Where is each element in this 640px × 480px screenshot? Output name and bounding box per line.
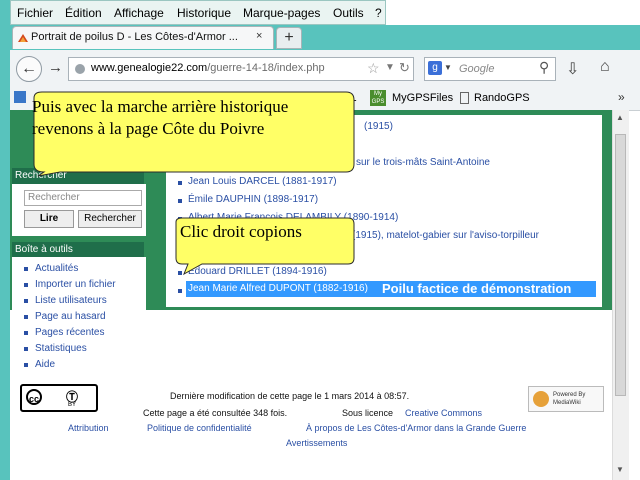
favicon-icon (18, 34, 28, 42)
mediawiki-badge[interactable]: Powered By MediaWiki (528, 386, 604, 412)
list-item[interactable]: (1915) (364, 121, 393, 132)
search-button[interactable]: Rechercher (78, 210, 142, 228)
tool-pages-recentes[interactable]: Pages récentes (35, 327, 105, 338)
bullet-icon (24, 315, 28, 319)
menu-affichage[interactable]: Affichage (114, 6, 164, 20)
globe-icon (75, 64, 85, 74)
wiki-search-input[interactable]: Rechercher (24, 190, 142, 206)
menu-fichier[interactable]: Fichier (17, 6, 53, 20)
new-tab-button[interactable]: + (276, 27, 302, 49)
callout-middle-text: Clic droit copions (180, 222, 302, 241)
engine-dropdown-icon[interactable]: ▼ (444, 63, 452, 72)
menu-edition[interactable]: Édition (65, 6, 102, 20)
cc-logo-icon: cc (26, 389, 42, 405)
scroll-up-icon[interactable]: ▲ (616, 113, 624, 122)
menubar: Fichier Édition Affichage Historique Mar… (10, 0, 386, 25)
bullet-icon (24, 363, 28, 367)
search-icon[interactable]: ⚲ (539, 59, 549, 76)
footer-views: Cette page a été consultée 348 fois. (143, 408, 288, 418)
mygpsfiles-icon: My GPS (370, 90, 386, 106)
url-domain: www.genealogie22.com (91, 62, 208, 74)
read-button[interactable]: Lire (24, 210, 74, 228)
menu-marque-pages[interactable]: Marque-pages (243, 6, 320, 20)
vertical-scrollbar[interactable]: ▲ ▼ (612, 110, 629, 480)
bullet-icon (24, 283, 28, 287)
bullet-icon (24, 299, 28, 303)
menu-historique[interactable]: Historique (177, 6, 231, 20)
back-button[interactable]: ← (16, 56, 42, 82)
scroll-down-icon[interactable]: ▼ (616, 465, 624, 474)
bookmark-mygpsfiles[interactable]: MyGPSFiles (392, 92, 453, 104)
tool-aide[interactable]: Aide (35, 359, 55, 370)
reload-icon[interactable]: ↻ (399, 60, 410, 76)
home-icon[interactable]: ⌂ (600, 58, 610, 76)
bookmark-randogps[interactable]: RandoGPS (474, 92, 530, 104)
forward-arrow-icon[interactable]: → (48, 59, 63, 76)
license-link[interactable]: Creative Commons (405, 408, 482, 418)
star-icon[interactable]: ☆ (367, 60, 380, 77)
search-portlet: Rechercher Lire Rechercher (12, 184, 146, 236)
google-icon: g (428, 61, 442, 75)
list-item[interactable]: sur le trois-mâts Saint-Antoine (356, 157, 490, 168)
footer-license-prefix: Sous licence (342, 408, 394, 418)
mediawiki-logo-icon (533, 391, 549, 407)
menu-help[interactable]: ? (375, 6, 382, 20)
url-text: www.genealogie22.com/guerre-14-18/index.… (91, 62, 325, 74)
mediawiki-text: Powered By MediaWiki (553, 392, 586, 406)
link-privacy[interactable]: Politique de confidentialité (147, 423, 252, 433)
tool-page-hasard[interactable]: Page au hasard (35, 311, 106, 322)
tab-title: Portrait de poilus D - Les Côtes-d'Armor… (31, 31, 238, 43)
bullet-icon (24, 347, 28, 351)
toolbox-title: Boîte à outils (12, 242, 144, 257)
bullet-icon (178, 199, 182, 203)
tool-liste-utilisateurs[interactable]: Liste utilisateurs (35, 295, 107, 306)
link-about[interactable]: À propos de Les Côtes-d'Armor dans la Gr… (306, 423, 526, 433)
bookmark-icon[interactable] (14, 91, 26, 103)
tool-actualites[interactable]: Actualités (35, 263, 78, 274)
footer-last-modified: Dernière modification de cette page le 1… (170, 391, 410, 401)
highlighted-poilu-name[interactable]: Jean Marie Alfred DUPONT (1882-1916) (188, 283, 368, 294)
cc-by-text: BY (68, 402, 77, 408)
scroll-thumb[interactable] (615, 134, 626, 396)
tool-importer[interactable]: Importer un fichier (35, 279, 116, 290)
search-bar[interactable]: g ▼ Google ⚲ (424, 57, 556, 81)
link-attribution[interactable]: Attribution (68, 423, 109, 433)
nav-bar: ← → www.genealogie22.com/guerre-14-18/in… (10, 50, 640, 89)
download-icon[interactable]: ⇩ (566, 59, 579, 79)
list-item[interactable]: (1915), matelot-gabier sur l'aviso-torpi… (352, 230, 539, 241)
bullet-icon (178, 289, 182, 293)
tab-active[interactable]: Portrait de poilus D - Les Côtes-d'Armor… (12, 26, 274, 49)
menu-outils[interactable]: Outils (333, 6, 364, 20)
page-icon (460, 92, 469, 104)
url-bar[interactable]: www.genealogie22.com/guerre-14-18/index.… (68, 57, 414, 81)
selection-highlight: Jean Marie Alfred DUPONT (1882-1916) Poi… (186, 281, 596, 297)
list-item[interactable]: Émile DAUPHIN (1898-1917) (188, 194, 318, 205)
url-path: /guerre-14-18/index.php (207, 62, 325, 74)
tool-statistiques[interactable]: Statistiques (35, 343, 87, 354)
bullet-icon (24, 331, 28, 335)
arrow-left-icon: ← (21, 60, 37, 77)
overflow-chevron-icon[interactable]: » (618, 90, 625, 104)
cc-by-badge[interactable]: cc Ⓣ BY (20, 384, 98, 412)
link-disclaimers[interactable]: Avertissements (286, 438, 347, 448)
tab-strip: Portrait de poilus D - Les Côtes-d'Armor… (10, 25, 640, 50)
bullet-icon (178, 181, 182, 185)
callout-top-text: Puis avec la marche arrière historique r… (32, 97, 289, 138)
search-placeholder: Google (459, 63, 495, 75)
dropdown-icon[interactable]: ▼ (385, 62, 395, 73)
bullet-icon (24, 267, 28, 271)
tab-close-icon[interactable]: × (256, 30, 262, 42)
highlighted-poilu-label[interactable]: Poilu factice de démonstration (382, 281, 571, 296)
